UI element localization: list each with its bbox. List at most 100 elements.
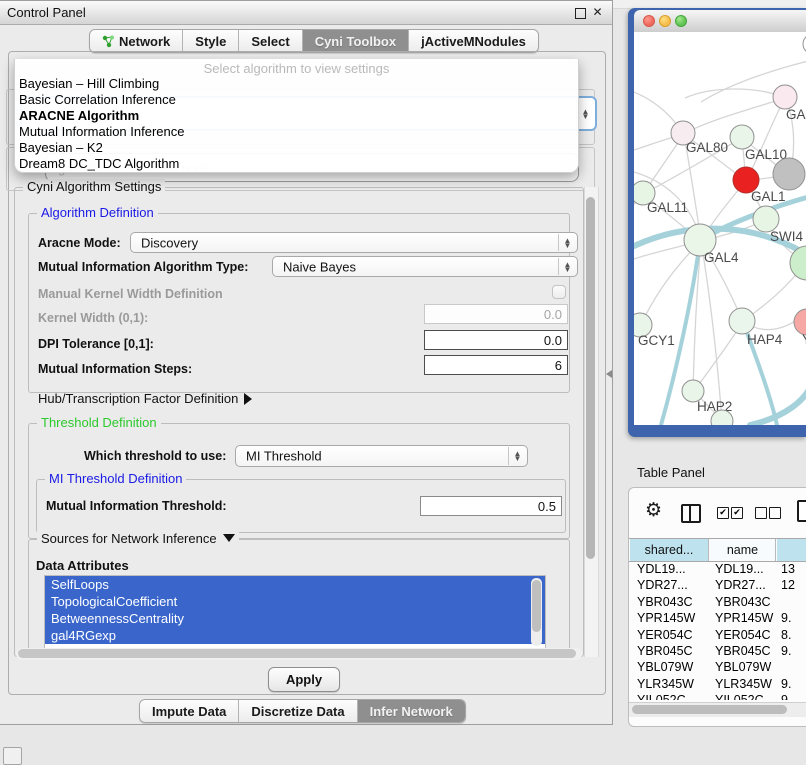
kernel-width-field[interactable]: 0.0 — [424, 304, 568, 324]
data-attributes-label: Data Attributes — [36, 558, 129, 573]
check-all-icon[interactable]: ✔✔ — [717, 507, 743, 519]
uncheck-all-icon[interactable] — [755, 507, 781, 519]
table-body[interactable]: YDL19...YDL19...13YDR27...YDR27...12YBR0… — [629, 561, 806, 700]
table-cell: YPR145W — [715, 610, 773, 626]
collapse-down-icon — [223, 534, 235, 542]
mi-steps-label: Mutual Information Steps: — [38, 362, 192, 376]
network-node-gal[interactable] — [773, 85, 797, 109]
table-row[interactable]: YPR145WYPR145W9. — [629, 610, 806, 626]
table-row[interactable]: YIL052CYIL052C9. — [629, 692, 806, 700]
column-header[interactable]: shared... — [630, 539, 709, 561]
attribute-item[interactable]: SelfLoops — [45, 576, 545, 593]
splitter-collapse-icon[interactable] — [606, 370, 612, 378]
table-cell: 9. — [781, 676, 791, 692]
mi-steps-field[interactable]: 6 — [424, 355, 568, 375]
attribute-item[interactable]: TopologicalCoefficient — [45, 593, 545, 610]
network-view-window[interactable]: GALGAL80GAL10GAL1SWI4GAL11GAL4GCY1HAP4YH… — [628, 8, 806, 437]
aracne-mode-value: Discovery — [141, 235, 198, 250]
table-panel-title: Table Panel — [637, 465, 705, 480]
table-row[interactable]: YDR27...YDR27...12 — [629, 577, 806, 593]
document-icon[interactable] — [797, 500, 806, 522]
table-cell: YLR345W — [715, 676, 772, 692]
tab-label: Discretize Data — [251, 704, 344, 719]
table-row[interactable]: YBL079WYBL079W — [629, 659, 806, 675]
network-window-titlebar[interactable] — [634, 10, 806, 33]
dropdown-item[interactable]: Bayesian – Hill Climbing — [15, 76, 578, 92]
tab-discretize-data[interactable]: Discretize Data — [239, 700, 357, 722]
sources-toggle[interactable]: Sources for Network Inference — [37, 531, 239, 546]
network-node[interactable] — [773, 158, 805, 190]
spinner-arrows-icon[interactable]: ▲▼ — [558, 258, 576, 275]
table-panel: ⚙ ✔✔ shared...name YDL19...YDL19...13YDR… — [628, 487, 806, 727]
close-traffic-light-icon[interactable] — [643, 15, 655, 27]
close-icon[interactable]: ✕ — [591, 6, 604, 19]
attributes-scrollbar[interactable] — [531, 578, 542, 646]
data-attributes-list[interactable]: SelfLoopsTopologicalCoefficientBetweenne… — [44, 575, 546, 649]
settings-horizontal-scrollbar[interactable] — [16, 648, 582, 660]
network-canvas[interactable]: GALGAL80GAL10GAL1SWI4GAL11GAL4GCY1HAP4YH… — [634, 32, 806, 425]
table-cell: YBR045C — [637, 643, 693, 659]
attribute-item[interactable]: gal4RGexp — [45, 627, 545, 644]
table-row[interactable]: YLR345WYLR345W9. — [629, 676, 806, 692]
table-cell: YDR27... — [715, 577, 766, 593]
tab-label: Impute Data — [152, 704, 226, 719]
tab-jactivemnodules[interactable]: jActiveMNodules — [409, 30, 538, 52]
sources-title: Sources for Network Inference — [41, 531, 217, 546]
cyni-bottom-tabs: Impute Data Discretize Data Infer Network — [139, 699, 466, 723]
which-threshold-combobox[interactable]: MI Threshold ▲▼ — [235, 445, 528, 467]
column-header[interactable] — [777, 539, 806, 561]
network-icon — [102, 35, 115, 48]
tab-impute-data[interactable]: Impute Data — [140, 700, 239, 722]
table-cell: YBR043C — [637, 594, 693, 610]
float-window-icon[interactable] — [575, 8, 586, 19]
node-label: GAL — [786, 107, 806, 122]
spinner-arrows-icon[interactable]: ▲▼ — [508, 447, 526, 465]
hub-definition-toggle[interactable]: Hub/Transcription Factor Definition — [38, 391, 252, 406]
dropdown-item[interactable]: Bayesian – K2 — [15, 140, 578, 156]
apply-button[interactable]: Apply — [268, 667, 340, 692]
attribute-item[interactable]: BetweennessCentrality — [45, 610, 545, 627]
minimized-panel-button[interactable] — [3, 747, 22, 765]
mi-threshold-definition-title: MI Threshold Definition — [45, 471, 186, 486]
dropdown-item[interactable]: Mutual Information Inference — [15, 124, 578, 140]
table-row[interactable]: YDL19...YDL19...13 — [629, 561, 806, 577]
mi-algorithm-type-combobox[interactable]: Naive Bayes ▲▼ — [272, 256, 578, 277]
table-cell: YIL052C — [715, 692, 764, 700]
gear-icon[interactable]: ⚙ — [645, 499, 662, 522]
tab-cyni-toolbox[interactable]: Cyni Toolbox — [303, 30, 409, 52]
tab-label: Cyni Toolbox — [315, 34, 396, 49]
control-panel-window: Control Panel ✕ NetworkStyleSelectCyni T… — [0, 0, 613, 725]
table-row[interactable]: YBR043CYBR043C — [629, 594, 806, 610]
minimize-traffic-light-icon[interactable] — [659, 15, 671, 27]
dropdown-item[interactable]: Dream8 DC_TDC Algorithm — [15, 156, 578, 172]
mi-algorithm-type-value: Naive Bayes — [283, 259, 356, 274]
dropdown-item[interactable]: Basic Correlation Inference — [15, 92, 578, 108]
table-cell: 13 — [781, 561, 795, 577]
tab-style[interactable]: Style — [183, 30, 239, 52]
tab-label: Select — [251, 34, 289, 49]
which-threshold-value: MI Threshold — [246, 449, 322, 464]
dpi-tolerance-field[interactable]: 0.0 — [424, 330, 568, 350]
manual-kernel-width-checkbox[interactable] — [552, 285, 566, 299]
table-row[interactable]: YER054CYER054C8. — [629, 627, 806, 643]
table-cell: YIL052C — [637, 692, 686, 700]
tab-select[interactable]: Select — [239, 30, 302, 52]
table-cell: YBR045C — [715, 643, 771, 659]
table-horizontal-scrollbar[interactable] — [629, 702, 806, 717]
zoom-traffic-light-icon[interactable] — [675, 15, 687, 27]
network-node[interactable] — [790, 246, 806, 280]
network-node-hap4[interactable] — [729, 308, 755, 334]
aracne-mode-combobox[interactable]: Discovery ▲▼ — [130, 232, 578, 253]
network-node-gal10[interactable] — [730, 125, 754, 149]
table-cell: 8. — [781, 627, 791, 643]
table-row[interactable]: YBR045CYBR045C9. — [629, 643, 806, 659]
table-cell: 9. — [781, 610, 791, 626]
mi-threshold-field[interactable]: 0.5 — [420, 496, 562, 516]
split-columns-icon[interactable] — [681, 504, 701, 523]
column-header[interactable]: name — [710, 539, 776, 561]
settings-vertical-scrollbar[interactable] — [584, 187, 599, 657]
dropdown-item[interactable]: ARACNE Algorithm — [15, 108, 578, 124]
tab-network[interactable]: Network — [90, 30, 183, 52]
tab-infer-network[interactable]: Infer Network — [358, 700, 465, 722]
spinner-arrows-icon[interactable]: ▲▼ — [558, 234, 576, 251]
